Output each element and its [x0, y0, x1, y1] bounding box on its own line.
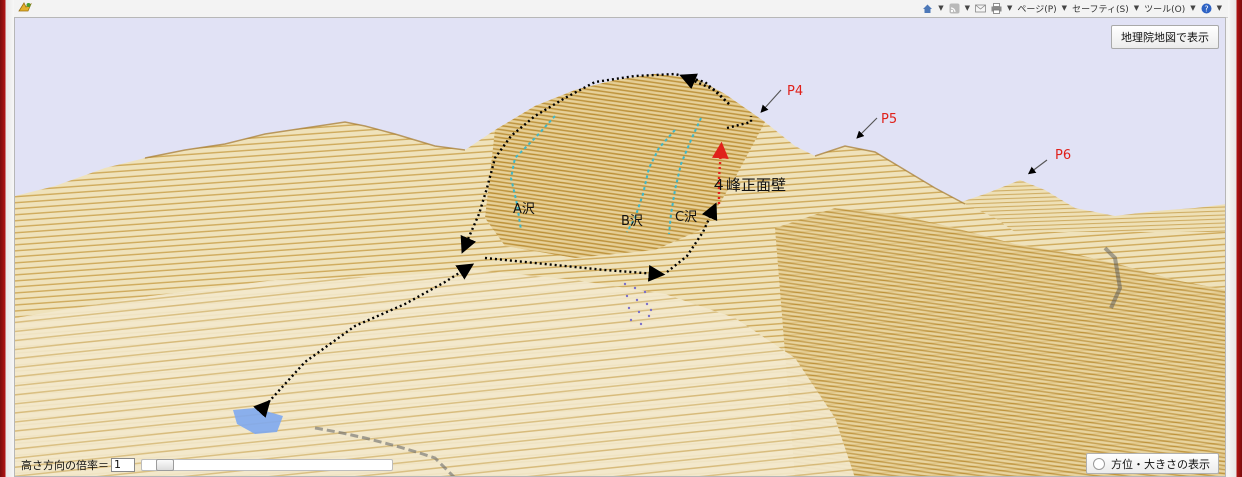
- browser-toolbar: ▼ ▼ ▼ ページ(P) ▼ セーフティ(S) ▼ ツール(O) ▼ ? ▼: [14, 0, 1228, 18]
- svg-text:?: ?: [1204, 4, 1208, 13]
- page-dropdown-icon[interactable]: ▼: [1062, 4, 1067, 12]
- label-p4: P4: [787, 84, 804, 99]
- help-icon[interactable]: ?: [1201, 3, 1212, 14]
- label-p5: P5: [881, 112, 898, 127]
- orientation-size-label: 方位・大きさの表示: [1111, 457, 1210, 471]
- label-face: ４峰正面壁: [711, 176, 787, 194]
- command-bar: ▼ ▼ ▼ ページ(P) ▼ セーフティ(S) ▼ ツール(O) ▼ ? ▼: [922, 0, 1222, 16]
- page-menu[interactable]: ページ(P): [1017, 2, 1056, 15]
- height-ratio-label: 高さ方向の倍率＝: [21, 459, 109, 472]
- home-dropdown-icon[interactable]: ▼: [938, 4, 943, 12]
- rss-dropdown-icon[interactable]: ▼: [965, 4, 970, 12]
- print-icon[interactable]: [991, 2, 1002, 14]
- label-b-sawa: B沢: [621, 214, 643, 229]
- safety-dropdown-icon[interactable]: ▼: [1134, 4, 1139, 12]
- height-ratio-control: 高さ方向の倍率＝ 1: [21, 456, 393, 474]
- terrain-render[interactable]: [15, 18, 1226, 477]
- rss-icon[interactable]: [949, 3, 960, 14]
- height-ratio-slider-thumb[interactable]: [156, 459, 174, 471]
- height-ratio-slider[interactable]: [141, 459, 393, 471]
- home-icon[interactable]: [922, 3, 933, 14]
- mail-icon[interactable]: [975, 3, 986, 14]
- label-p6: P6: [1055, 148, 1072, 163]
- print-dropdown-icon[interactable]: ▼: [1007, 4, 1012, 12]
- orientation-radio-icon[interactable]: [1093, 457, 1105, 470]
- map-3d-view[interactable]: 地理院地図で表示 P4 P5 P6 A沢 B沢 C沢 ４峰正面壁 高さ方向の倍率…: [14, 17, 1226, 477]
- help-dropdown-icon[interactable]: ▼: [1217, 4, 1222, 12]
- browser-window: ▼ ▼ ▼ ページ(P) ▼ セーフティ(S) ▼ ツール(O) ▼ ? ▼ 地…: [0, 0, 1242, 477]
- window-border-right: [1228, 0, 1242, 477]
- gsi-map-button[interactable]: 地理院地図で表示: [1111, 25, 1219, 49]
- orientation-size-toggle[interactable]: 方位・大きさの表示: [1086, 453, 1219, 474]
- label-c-sawa: C沢: [675, 210, 698, 225]
- safety-menu[interactable]: セーフティ(S): [1072, 2, 1129, 15]
- tools-menu[interactable]: ツール(O): [1144, 2, 1185, 15]
- tools-dropdown-icon[interactable]: ▼: [1190, 4, 1195, 12]
- height-ratio-input[interactable]: 1: [111, 458, 135, 472]
- window-border-left: [0, 0, 14, 477]
- label-a-sawa: A沢: [513, 202, 535, 217]
- favorites-icon[interactable]: [18, 1, 32, 13]
